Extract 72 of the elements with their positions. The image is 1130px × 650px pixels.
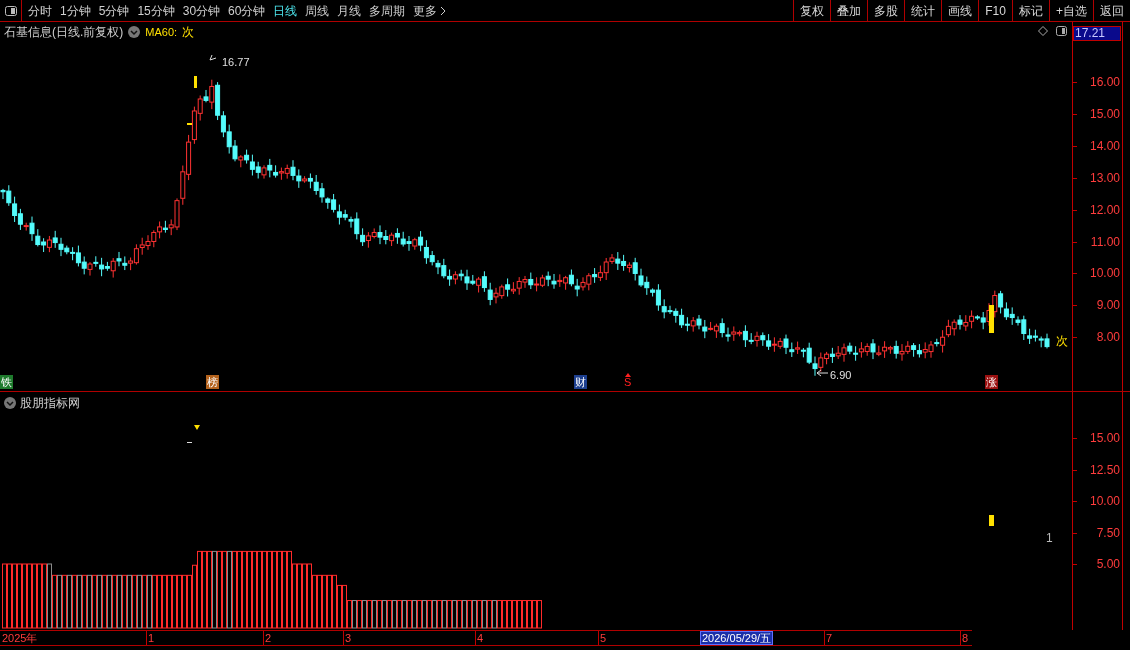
signal-dash: [187, 123, 192, 125]
signal-bar: [989, 515, 994, 526]
event-badge[interactable]: 榜: [206, 375, 219, 389]
more-button[interactable]: 更多: [413, 1, 447, 20]
axis-label: 9.00: [1096, 299, 1120, 312]
date-label: 2025年: [2, 631, 38, 645]
current-price-label: 17.21: [1073, 26, 1121, 41]
panel-toggle-icon[interactable]: [4, 5, 17, 16]
period-tab[interactable]: 15分钟: [137, 1, 175, 20]
axis-label: 12.50: [1089, 463, 1120, 476]
cursor-date-label: 2026/05/29/五: [700, 631, 774, 645]
toolbar-button[interactable]: 叠加: [830, 0, 867, 21]
period-tab[interactable]: 5分钟: [98, 1, 130, 20]
leader-line: [816, 369, 829, 377]
event-badge[interactable]: 财: [574, 375, 587, 389]
period-tab[interactable]: 周线: [305, 1, 330, 20]
signal-dash: [187, 442, 192, 443]
date-label: 1: [148, 631, 155, 645]
date-label: 8: [962, 631, 969, 645]
axis-label: 12.00: [1089, 203, 1120, 216]
date-label: 5: [600, 631, 607, 645]
axis-label: 10.00: [1089, 267, 1120, 280]
period-tab[interactable]: 多周期: [369, 1, 406, 20]
axis-label: 5.00: [1096, 558, 1120, 570]
period-tab[interactable]: 30分钟: [182, 1, 221, 20]
toolbar-button[interactable]: F10: [978, 0, 1012, 21]
axis-label: 14.00: [1089, 139, 1120, 152]
panel-toggle-icon[interactable]: [1056, 26, 1067, 36]
diamond-icon[interactable]: [1038, 26, 1048, 36]
date-label: 7: [826, 631, 833, 645]
date-label: 4: [477, 631, 484, 645]
period-tab[interactable]: 日线: [273, 1, 298, 20]
axis-label: 10.00: [1089, 495, 1120, 507]
indicator-name: MA60:: [145, 24, 178, 40]
signal-bar: [194, 76, 197, 88]
price-label: 6.90: [830, 368, 852, 383]
chart-title: 石基信息(日线.前复权): [4, 24, 124, 41]
toolbar-button[interactable]: +自选: [1049, 0, 1093, 21]
axis-label: 11.00: [1090, 235, 1120, 248]
leader-line: [209, 54, 217, 61]
date-label: 3: [345, 631, 352, 645]
date-label: 2: [265, 631, 272, 645]
indicator-value: 次: [182, 24, 195, 41]
signal-marker: [194, 425, 200, 430]
chevron-right-icon: [440, 5, 447, 16]
event-badge[interactable]: 涨: [985, 375, 998, 389]
toolbar-button[interactable]: 复权: [793, 0, 830, 21]
value-label: 1: [1046, 530, 1053, 547]
toolbar-button[interactable]: 标记: [1012, 0, 1049, 21]
event-marker[interactable]: S: [624, 377, 632, 388]
axis-label: 7.50: [1096, 526, 1120, 539]
dropdown-icon[interactable]: [4, 397, 16, 409]
period-tab[interactable]: 月线: [337, 1, 362, 20]
indicator-title: 股朋指标网: [20, 395, 80, 412]
price-label: 16.77: [222, 55, 250, 70]
event-badge[interactable]: 铁: [0, 375, 13, 389]
axis-label: 8.00: [1096, 331, 1120, 344]
toolbar-button[interactable]: 画线: [941, 0, 978, 21]
caret-up-icon: [624, 373, 631, 377]
axis-label: 15.00: [1089, 432, 1120, 444]
toolbar-button[interactable]: 统计: [904, 0, 941, 21]
toolbar-button[interactable]: 多股: [867, 0, 904, 21]
period-tab[interactable]: 分时: [28, 1, 52, 20]
dropdown-icon[interactable]: [128, 26, 141, 38]
axis-label: 13.00: [1089, 171, 1120, 184]
signal-bar: [989, 305, 994, 333]
axis-label: 15.00: [1089, 107, 1120, 120]
signal-label: 次: [1056, 333, 1068, 350]
toolbar-button[interactable]: 返回: [1093, 0, 1130, 21]
period-tab[interactable]: 60分钟: [228, 1, 266, 20]
period-tab[interactable]: 1分钟: [60, 1, 91, 20]
axis-label: 16.00: [1089, 76, 1120, 88]
